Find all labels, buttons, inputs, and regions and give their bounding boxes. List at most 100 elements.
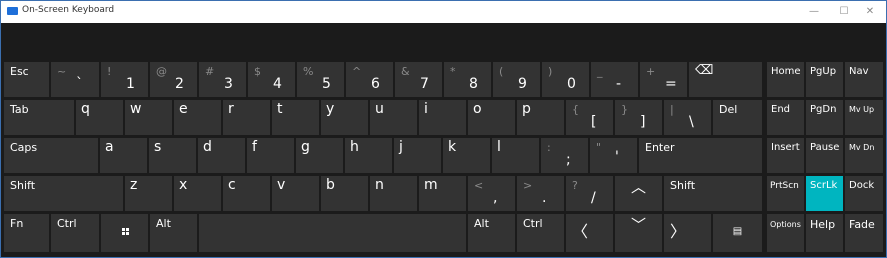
key-h[interactable]: h	[345, 138, 392, 173]
key-label: Options	[770, 220, 801, 229]
key-right-alt[interactable]: Alt	[468, 214, 515, 252]
key-up-arrow[interactable]: ︿	[615, 176, 662, 211]
key-fade[interactable]: Fade	[845, 214, 883, 252]
key-p[interactable]: p	[517, 100, 564, 135]
key-dock[interactable]: Dock	[845, 176, 883, 211]
key-del[interactable]: Del	[713, 100, 762, 135]
key-y[interactable]: y	[321, 100, 368, 135]
key-scrlk[interactable]: ScrLk	[806, 176, 843, 211]
key-esc[interactable]: Esc	[4, 62, 49, 97]
key-f[interactable]: f	[247, 138, 294, 173]
key-b[interactable]: b	[321, 176, 368, 211]
key-backtick[interactable]: ~ `	[51, 62, 99, 97]
key-backslash[interactable]: | \	[664, 100, 711, 135]
key-down-arrow[interactable]: ﹀	[615, 214, 662, 252]
shift-char: !	[107, 65, 112, 78]
key-o[interactable]: o	[468, 100, 515, 135]
key-backspace[interactable]: ⌫	[689, 62, 762, 97]
key-right-shift[interactable]: Shift	[664, 176, 762, 211]
key-g[interactable]: g	[296, 138, 343, 173]
key-period[interactable]: >.	[517, 176, 564, 211]
key-tab[interactable]: Tab	[4, 100, 74, 135]
key-1[interactable]: ! 1	[101, 62, 148, 97]
key-label: d	[203, 139, 212, 155]
key-comma[interactable]: <,	[468, 176, 515, 211]
key-nav[interactable]: Nav	[845, 62, 883, 97]
main-char: 2	[175, 76, 184, 92]
key-left-bracket[interactable]: {[	[566, 100, 613, 135]
key-k[interactable]: k	[443, 138, 490, 173]
key-d[interactable]: d	[198, 138, 245, 173]
key-mv-dn[interactable]: Mv Dn	[845, 138, 883, 173]
key-x[interactable]: x	[174, 176, 221, 211]
key-s[interactable]: s	[149, 138, 196, 173]
key-help[interactable]: Help	[806, 214, 843, 252]
key-slash[interactable]: ? /	[566, 176, 613, 211]
key-9[interactable]: (9	[493, 62, 540, 97]
key-right-arrow[interactable]: 〉	[664, 214, 711, 252]
key-enter[interactable]: Enter	[639, 138, 762, 173]
key-end[interactable]: End	[767, 100, 804, 135]
key-minus[interactable]: _ -	[591, 62, 638, 97]
main-char: -	[616, 76, 622, 92]
key-fn[interactable]: Fn	[4, 214, 49, 252]
key-n[interactable]: n	[370, 176, 417, 211]
key-5[interactable]: % 5	[297, 62, 344, 97]
key-label: p	[522, 101, 531, 117]
key-menu[interactable]: ▤	[713, 214, 762, 252]
key-left-ctrl[interactable]: Ctrl	[51, 214, 99, 252]
key-insert[interactable]: Insert	[767, 138, 804, 173]
key-label: r	[228, 101, 234, 117]
key-caps[interactable]: Caps	[4, 138, 98, 173]
key-label: Ctrl	[57, 217, 77, 230]
key-prtscn[interactable]: PrtScn	[767, 176, 804, 211]
key-e[interactable]: e	[174, 100, 221, 135]
key-u[interactable]: u	[370, 100, 417, 135]
key-label: ScrLk	[810, 180, 838, 191]
key-right-ctrl[interactable]: Ctrl	[517, 214, 564, 252]
key-v[interactable]: v	[272, 176, 319, 211]
key-home[interactable]: Home	[767, 62, 804, 97]
key-left-arrow[interactable]: 〈	[566, 214, 613, 252]
key-2[interactable]: @2	[150, 62, 197, 97]
key-mv-up[interactable]: Mv Up	[845, 100, 883, 135]
key-pause[interactable]: Pause	[806, 138, 843, 173]
key-pgdn[interactable]: PgDn	[806, 100, 843, 135]
key-r[interactable]: r	[223, 100, 270, 135]
key-j[interactable]: j	[394, 138, 441, 173]
key-semicolon[interactable]: :;	[541, 138, 588, 173]
key-space[interactable]	[199, 214, 466, 252]
key-w[interactable]: w	[125, 100, 172, 135]
key-c[interactable]: c	[223, 176, 270, 211]
key-z[interactable]: z	[125, 176, 172, 211]
key-l[interactable]: l	[492, 138, 539, 173]
key-label: Help	[810, 218, 836, 231]
key-0[interactable]: ) 0	[542, 62, 589, 97]
key-windows[interactable]	[101, 214, 148, 252]
key-left-alt[interactable]: Alt	[150, 214, 197, 252]
close-button[interactable]: ✕	[857, 3, 883, 20]
key-i[interactable]: i	[419, 100, 466, 135]
key-left-shift[interactable]: Shift	[4, 176, 123, 211]
key-q[interactable]: q	[76, 100, 123, 135]
key-equals[interactable]: + =	[640, 62, 687, 97]
key-right-bracket[interactable]: }]	[615, 100, 662, 135]
key-quote[interactable]: " '	[590, 138, 637, 173]
key-8[interactable]: * 8	[444, 62, 491, 97]
key-label: c	[228, 177, 236, 193]
key-m[interactable]: m	[419, 176, 466, 211]
shift-char: $	[254, 65, 261, 78]
key-7[interactable]: & 7	[395, 62, 442, 97]
key-a[interactable]: a	[100, 138, 147, 173]
key-label: b	[326, 177, 335, 193]
key-6[interactable]: ^ 6	[346, 62, 393, 97]
maximize-button[interactable]: ☐	[831, 3, 857, 20]
key-options[interactable]: Options	[767, 214, 804, 252]
shift-char: {	[572, 103, 579, 116]
key-pgup[interactable]: PgUp	[806, 62, 843, 97]
minimize-button[interactable]: —	[801, 3, 827, 20]
key-t[interactable]: t	[272, 100, 319, 135]
key-4[interactable]: $4	[248, 62, 295, 97]
key-3[interactable]: #3	[199, 62, 246, 97]
shift-char: :	[547, 141, 551, 154]
